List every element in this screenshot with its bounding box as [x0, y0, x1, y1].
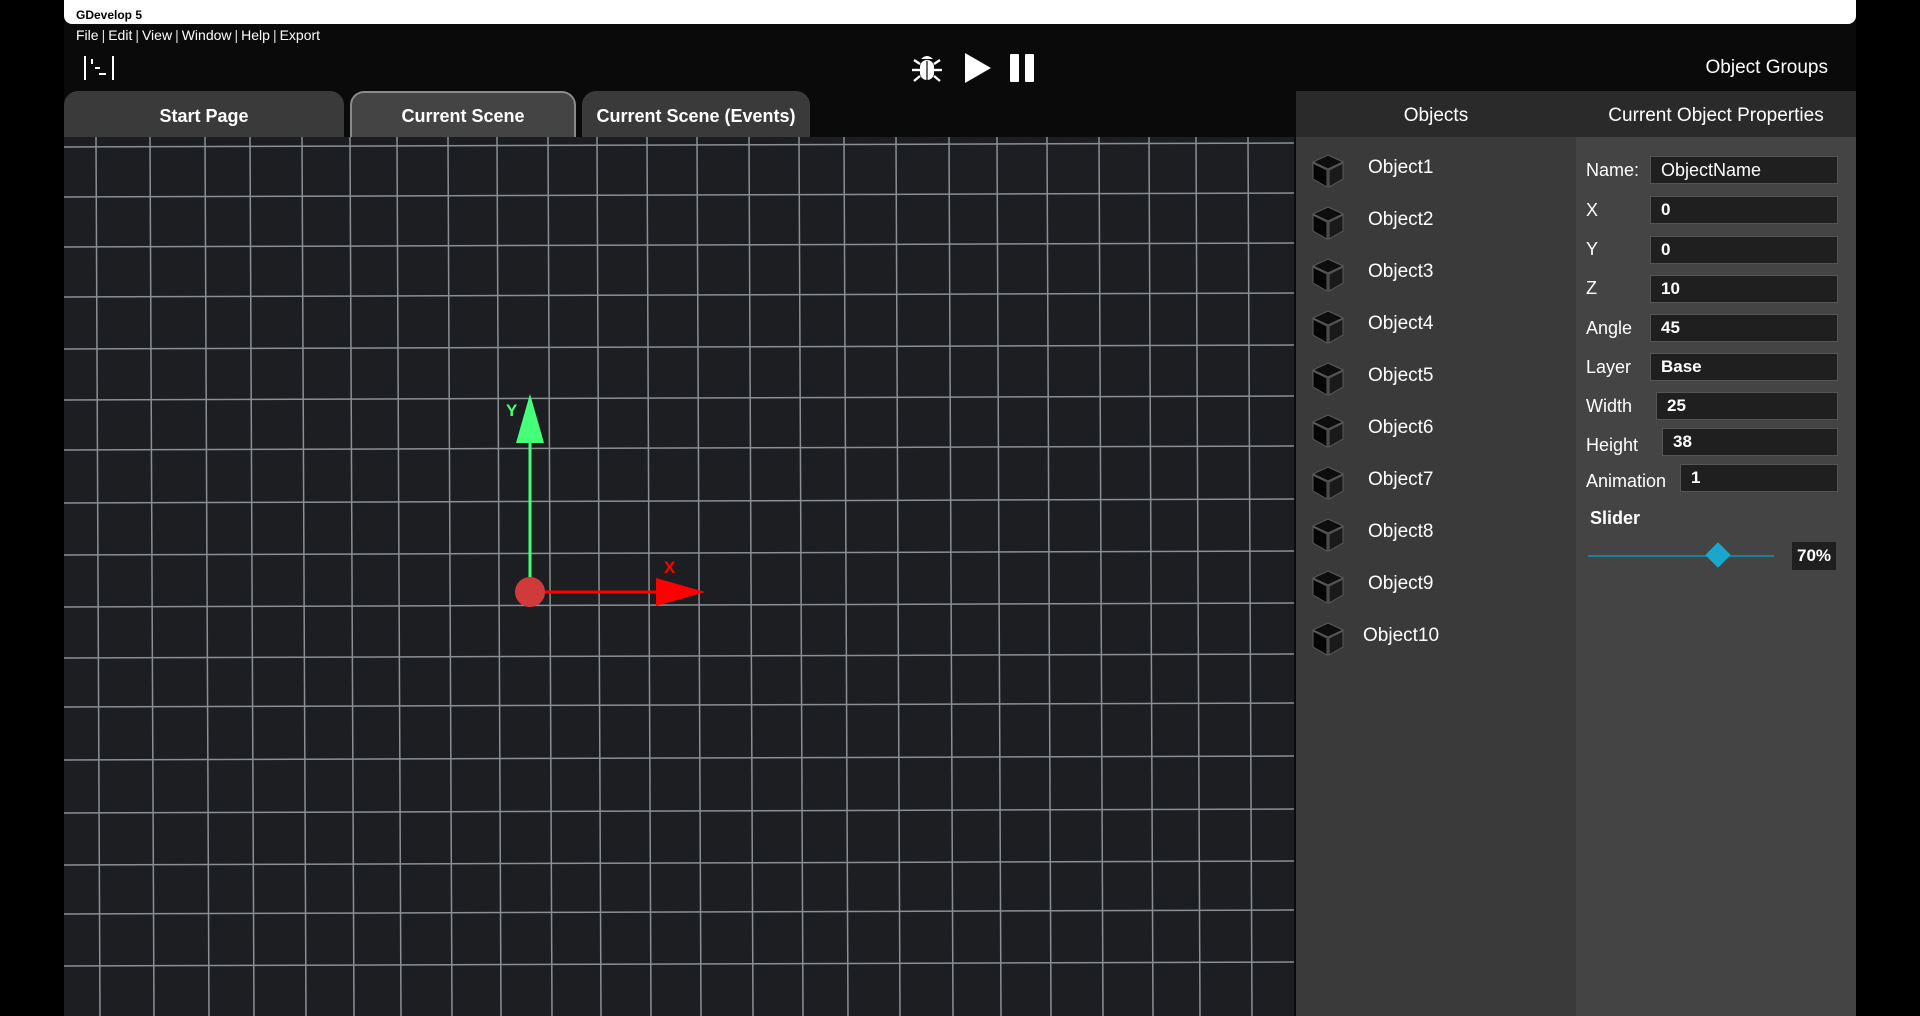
menu-separator: | [272, 27, 277, 43]
pause-button[interactable] [1004, 50, 1040, 86]
layer-label: Layer [1586, 357, 1632, 377]
object-list-item-label: Object5 [1368, 365, 1434, 386]
object-list-item-label: Object8 [1368, 521, 1434, 542]
y-axis-arrow[interactable] [516, 394, 544, 443]
object-list-item-label: Object3 [1368, 261, 1434, 282]
width-field[interactable]: 25 [1656, 392, 1838, 420]
z-field[interactable]: 10 [1650, 275, 1838, 303]
height-label: Height [1586, 435, 1639, 455]
title-bar: GDevelop 5 [64, 0, 1856, 24]
play-icon [965, 53, 991, 83]
slider-fill [1588, 555, 1719, 557]
properties-panel-title[interactable]: Current Object Properties [1576, 91, 1856, 137]
objects-panel-title[interactable]: Objects [1296, 91, 1576, 137]
y-axis-label: Y [506, 401, 518, 420]
menu-separator: | [234, 27, 239, 43]
object-list-item[interactable]: Object8 [1296, 511, 1576, 555]
debug-button[interactable] [909, 50, 945, 86]
play-button[interactable] [959, 50, 995, 86]
object-list-item[interactable]: Object4 [1296, 303, 1576, 347]
object-list-item[interactable]: Object2 [1296, 199, 1576, 243]
gizmo-origin[interactable] [515, 577, 545, 607]
object-list-item[interactable]: Object3 [1296, 251, 1576, 295]
animation-field[interactable]: 1 [1680, 464, 1838, 492]
object-list-item-label: Object4 [1368, 313, 1434, 334]
height-field[interactable]: 38 [1662, 428, 1838, 456]
x-field[interactable]: 0 [1650, 196, 1838, 224]
right-panel-header: Objects Current Object Properties [1296, 91, 1856, 137]
y-label: Y [1586, 239, 1599, 259]
tab-start-page[interactable]: Start Page [64, 91, 344, 137]
menu-separator: | [175, 27, 179, 43]
object-list-item[interactable]: Object1 [1296, 147, 1576, 191]
window-title: GDevelop 5 [76, 8, 143, 22]
x-axis-label: X [664, 558, 676, 577]
cube-icon [1311, 414, 1345, 448]
z-label: Z [1586, 278, 1597, 298]
object-list-item[interactable]: Object7 [1296, 459, 1576, 503]
cube-icon [1311, 362, 1345, 396]
object-list-item-label: Object2 [1368, 209, 1434, 230]
tab-current-scene-events[interactable]: Current Scene (Events) [582, 91, 810, 137]
menu-export[interactable]: Export [280, 26, 320, 44]
cube-icon [1311, 622, 1345, 656]
object-list-item[interactable]: Object5 [1296, 355, 1576, 399]
width-label: Width [1586, 396, 1633, 416]
cube-icon [1311, 310, 1345, 344]
project-manager-button[interactable] [82, 54, 116, 82]
slider-track[interactable] [1588, 555, 1774, 557]
name-label: Name: [1586, 160, 1640, 180]
layer-field[interactable]: Base [1650, 353, 1838, 381]
slider-thumb[interactable] [1705, 542, 1731, 568]
object-list-item-label: Object10 [1363, 625, 1440, 646]
angle-field[interactable]: 45 [1650, 314, 1838, 342]
object-list-item-label: Object9 [1368, 573, 1434, 594]
object-list-item-label: Object1 [1368, 157, 1434, 178]
object-list-item-label: Object6 [1368, 417, 1434, 438]
scene-gizmo: Y X [506, 394, 705, 607]
animation-label: Animation [1586, 471, 1667, 491]
slider-label: Slider [1590, 508, 1641, 528]
objects-panel: Object1 Object2 Object3 Object4 Object5 Objec… [1296, 137, 1576, 1016]
object-list-item[interactable]: Object6 [1296, 407, 1576, 451]
pause-icon [1010, 54, 1034, 82]
cube-icon [1311, 154, 1345, 188]
menu-help[interactable]: Help [241, 26, 270, 44]
tab-current-scene[interactable]: Current Scene [350, 91, 576, 137]
object-list-item[interactable]: Object10 [1296, 615, 1576, 659]
cube-icon [1311, 258, 1345, 292]
menu-bar: File | Edit | View | Window | Help | Exp… [76, 26, 320, 44]
x-label: X [1586, 200, 1599, 220]
project-manager-icon [84, 56, 114, 80]
scene-canvas[interactable]: Y X [64, 137, 1294, 1016]
slider-value: 70% [1792, 542, 1836, 570]
cube-icon [1311, 466, 1345, 500]
menu-view[interactable]: View [142, 26, 172, 44]
cube-icon [1311, 518, 1345, 552]
name-field[interactable]: ObjectName [1650, 156, 1838, 184]
toolbar: Object Groups [64, 44, 1856, 90]
cube-icon [1311, 206, 1345, 240]
menu-window[interactable]: Window [182, 26, 232, 44]
bug-icon [912, 56, 942, 82]
gdevelop-app: GDevelop 5 File | Edit | View | Window |… [64, 0, 1856, 1016]
properties-panel: Name: ObjectName X 0 Y 0 Z 10 Angle 45 L… [1576, 137, 1856, 1016]
menu-separator: | [101, 27, 106, 43]
menu-file[interactable]: File [76, 26, 99, 44]
menu-edit[interactable]: Edit [108, 26, 132, 44]
x-axis-arrow[interactable] [656, 578, 705, 606]
object-list-item[interactable]: Object9 [1296, 563, 1576, 607]
object-list-item-label: Object7 [1368, 469, 1434, 490]
object-groups-button[interactable]: Object Groups [1706, 57, 1829, 79]
menu-separator: | [135, 27, 139, 43]
y-field[interactable]: 0 [1650, 236, 1838, 264]
cube-icon [1311, 570, 1345, 604]
angle-label: Angle [1586, 318, 1633, 338]
